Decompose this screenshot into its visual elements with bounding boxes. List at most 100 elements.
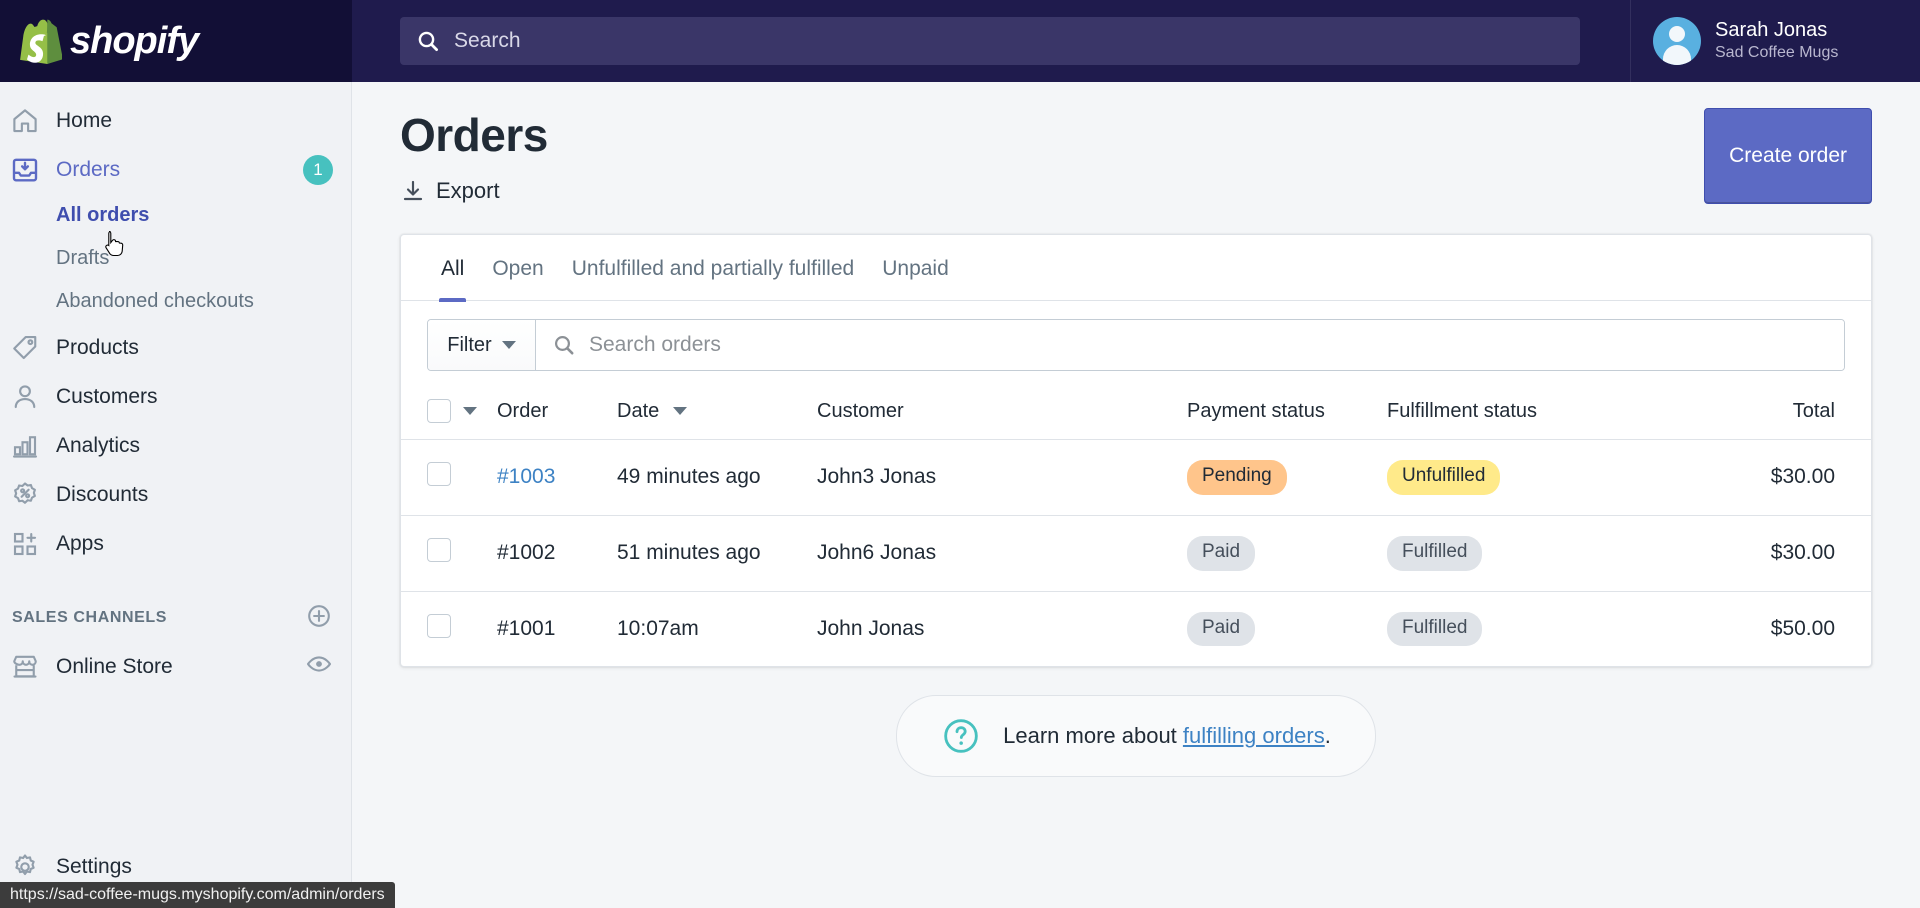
top-navigation-bar: shopify Search Sarah Jonas Sad Coffee Mu… — [0, 0, 1920, 82]
column-header-fulfillment-status[interactable]: Fulfillment status — [1387, 385, 1627, 440]
sidebar-item-all-orders[interactable]: All orders — [0, 194, 351, 237]
table-header-row: Order Date Customer Payment status Fulfi… — [401, 385, 1871, 440]
filter-bar: Filter Search orders — [427, 319, 1845, 371]
help-text: Learn more about fulfilling orders. — [1003, 723, 1331, 749]
row-checkbox[interactable] — [427, 613, 451, 638]
page-header: Orders Export Create order — [352, 82, 1920, 204]
help-text-prefix: Learn more about — [1003, 723, 1183, 749]
fulfilling-orders-link[interactable]: fulfilling orders — [1183, 723, 1325, 748]
sidebar-item-apps[interactable]: Apps — [0, 519, 351, 568]
cell-customer: John Jonas — [817, 616, 925, 640]
orders-count-badge: 1 — [303, 154, 333, 185]
order-link[interactable]: #1003 — [497, 465, 555, 488]
select-all-checkbox[interactable] — [427, 399, 451, 423]
column-header-customer[interactable]: Customer — [817, 385, 1187, 440]
sidebar-item-analytics[interactable]: Analytics — [0, 421, 351, 470]
cell-payment-status: Pending — [1187, 439, 1387, 516]
profile-store: Sad Coffee Mugs — [1715, 44, 1839, 62]
filter-row: Filter Search orders — [401, 301, 1871, 385]
sidebar-item-online-store[interactable]: Online Store — [0, 642, 351, 691]
cell-date: 49 minutes ago — [617, 439, 817, 516]
apps-grid-plus-icon — [8, 527, 42, 561]
cell-total: $50.00 — [1770, 616, 1835, 640]
status-badge: Paid — [1187, 535, 1256, 571]
cell-fulfillment-status: Fulfilled — [1387, 591, 1627, 666]
page-header-left: Orders Export — [400, 108, 548, 204]
row-select-cell — [401, 591, 497, 666]
status-badge: Fulfilled — [1387, 535, 1483, 571]
cell-order: #1003 — [497, 439, 617, 516]
avatar — [1653, 17, 1701, 65]
tag-icon — [8, 331, 42, 365]
cell-fulfillment-status: Fulfilled — [1387, 515, 1627, 592]
column-header-order[interactable]: Order — [497, 385, 617, 440]
sidebar-item-discounts[interactable]: Discounts — [0, 470, 351, 519]
cell-date: 51 minutes ago — [617, 515, 817, 592]
orders-inbox-icon — [8, 153, 42, 187]
browser-status-bar: https://sad-coffee-mugs.myshopify.com/ad… — [0, 882, 395, 908]
sidebar-item-label: Analytics — [56, 433, 141, 457]
sidebar-item-label: Online Store — [56, 654, 173, 678]
status-badge: Unfulfilled — [1387, 460, 1501, 495]
sidebar-item-settings[interactable]: Settings — [0, 850, 351, 884]
shopify-logo[interactable]: shopify — [0, 0, 352, 82]
export-button[interactable]: Export — [400, 178, 548, 204]
storefront-icon — [8, 650, 42, 684]
tab-all[interactable]: All — [427, 237, 478, 302]
cell-payment-status: Paid — [1187, 515, 1387, 592]
sidebar-item-orders[interactable]: Orders 1 — [0, 145, 351, 194]
global-search-input[interactable]: Search — [400, 17, 1580, 65]
column-header-date[interactable]: Date — [617, 385, 817, 440]
sales-channels-title: SALES CHANNELS — [12, 609, 168, 626]
plus-circle-icon[interactable] — [305, 602, 333, 635]
sidebar-item-customers[interactable]: Customers — [0, 372, 351, 421]
orders-table-head: Order Date Customer Payment status Fulfi… — [401, 385, 1871, 440]
orders-card: All Open Unfulfilled and partially fulfi… — [400, 234, 1872, 668]
table-row[interactable]: #1001 10:07am John Jonas Paid Fulfilled … — [401, 591, 1871, 666]
sidebar-item-abandoned-checkouts[interactable]: Abandoned checkouts — [0, 280, 351, 323]
create-order-button[interactable]: Create order — [1704, 108, 1872, 204]
export-label: Export — [436, 178, 500, 203]
orders-tabs: All Open Unfulfilled and partially fulfi… — [401, 235, 1871, 302]
person-icon — [8, 380, 42, 414]
table-row[interactable]: #1002 51 minutes ago John6 Jonas Paid Fu… — [401, 515, 1871, 592]
sidebar-item-label: Orders — [56, 157, 121, 181]
main-content: Orders Export Create order All Open Unfu… — [352, 82, 1920, 908]
table-row[interactable]: #1003 49 minutes ago John3 Jonas Pending… — [401, 439, 1871, 516]
cell-customer: John3 Jonas — [817, 439, 1187, 516]
tab-unfulfilled-and-partially-fulfilled[interactable]: Unfulfilled and partially fulfilled — [558, 237, 869, 299]
page-title: Orders — [400, 109, 548, 161]
home-icon — [8, 104, 42, 138]
cell-fulfillment-status: Unfulfilled — [1387, 439, 1627, 516]
global-search-region: Search — [352, 17, 1630, 65]
shopify-wordmark: shopify — [70, 19, 199, 62]
status-badge: Fulfilled — [1387, 611, 1483, 647]
sidebar-item-label: Discounts — [56, 482, 149, 506]
column-header-total[interactable]: Total — [1627, 385, 1871, 440]
cell-order: #1002 — [497, 515, 617, 592]
cell-date: 10:07am — [617, 616, 699, 640]
help-card: Learn more about fulfilling orders. — [896, 695, 1376, 778]
status-badge: Pending — [1187, 460, 1287, 495]
chevron-down-icon[interactable] — [463, 407, 477, 415]
cell-payment-status: Paid — [1187, 591, 1387, 666]
row-checkbox[interactable] — [427, 538, 451, 563]
row-checkbox[interactable] — [427, 462, 451, 487]
search-orders-input[interactable]: Search orders — [536, 320, 1844, 370]
search-orders-placeholder: Search orders — [589, 333, 721, 356]
profile-name: Sarah Jonas — [1715, 19, 1828, 42]
sidebar-item-products[interactable]: Products — [0, 323, 351, 372]
help-text-suffix: . — [1324, 723, 1331, 749]
download-icon — [403, 180, 423, 201]
sidebar-item-label: Customers — [56, 384, 158, 408]
tab-open[interactable]: Open — [478, 237, 557, 299]
column-header-payment-status[interactable]: Payment status — [1187, 385, 1387, 440]
sidebar-item-home[interactable]: Home — [0, 96, 351, 145]
filter-button[interactable]: Filter — [428, 320, 536, 370]
eye-icon[interactable] — [305, 650, 333, 683]
sidebar-item-drafts[interactable]: Drafts — [0, 237, 351, 280]
search-icon — [554, 335, 574, 355]
tab-unpaid[interactable]: Unpaid — [868, 237, 963, 299]
cell-total: $30.00 — [1627, 439, 1871, 516]
user-profile-menu[interactable]: Sarah Jonas Sad Coffee Mugs — [1630, 0, 1920, 82]
